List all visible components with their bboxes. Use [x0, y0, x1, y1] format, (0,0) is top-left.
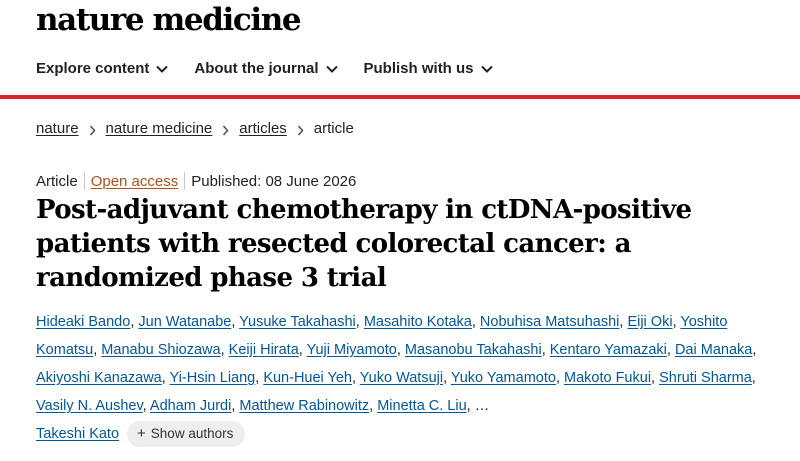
author-link[interactable]: Shruti Sharma: [659, 370, 752, 386]
chevron-right-icon: [297, 123, 304, 136]
author-link[interactable]: Masanobu Takahashi: [405, 342, 542, 358]
breadcrumb-nature[interactable]: nature: [36, 120, 79, 137]
nav-item-label: About the journal: [194, 60, 319, 77]
author-separator: ,: [666, 342, 675, 358]
author-separator: ,: [396, 342, 405, 358]
journal-logo[interactable]: nature medicine: [36, 2, 302, 38]
author-separator: ,: [298, 342, 307, 358]
author-link[interactable]: Matthew Rabinowitz: [239, 398, 369, 414]
author-link[interactable]: Jun Watanabe: [138, 314, 231, 330]
author-ellipsis: …: [474, 398, 490, 414]
author-link[interactable]: Yusuke Takahashi: [239, 314, 356, 330]
author-link[interactable]: Akiyoshi Kanazawa: [36, 370, 162, 386]
breadcrumb-nature-medicine[interactable]: nature medicine: [106, 120, 213, 137]
author-separator: ,: [352, 370, 360, 386]
author-separator: ,: [651, 370, 660, 386]
author-link[interactable]: Masahito Kotaka: [364, 314, 472, 330]
author-link[interactable]: Dai Manaka: [675, 342, 752, 358]
author-link[interactable]: Manabu Shiozawa: [101, 342, 220, 358]
author-link[interactable]: Yi-Hsin Liang: [170, 370, 256, 386]
chevron-down-icon: [480, 65, 493, 73]
author-link[interactable]: Yuji Miyamoto: [307, 342, 397, 358]
chevron-right-icon: [89, 123, 96, 136]
published-date: Published: 08 June 2026: [191, 172, 357, 190]
author-link[interactable]: Eiji Oki: [627, 314, 672, 330]
article-type: Article: [36, 172, 78, 190]
author-link[interactable]: Nobuhisa Matsuhashi: [480, 314, 619, 330]
meta-divider: [184, 172, 186, 190]
author-link[interactable]: Yuko Watsuji: [360, 370, 443, 386]
author-separator: ,: [355, 314, 364, 330]
nav-explore-content[interactable]: Explore content: [36, 60, 169, 77]
show-authors-button[interactable]: + Show authors: [127, 421, 246, 448]
author-link[interactable]: Minetta C. Liu: [377, 398, 466, 414]
article-title: Post-adjuvant chemotherapy in ctDNA-posi…: [36, 195, 692, 293]
author-separator: ,: [541, 342, 550, 358]
author-separator: ,: [471, 314, 480, 330]
author-separator: ,: [369, 398, 378, 414]
nav-publish-with-us[interactable]: Publish with us: [364, 60, 493, 77]
author-separator: ,: [466, 398, 475, 414]
open-access-link[interactable]: Open access: [91, 173, 179, 190]
article-meta: Article Open access Published: 08 June 2…: [36, 172, 356, 190]
breadcrumb-current: article: [313, 120, 354, 137]
author-link[interactable]: Takeshi Kato: [36, 426, 119, 442]
plus-icon: +: [137, 425, 146, 443]
main-nav: Explore content About the journal Publis…: [36, 60, 519, 77]
nav-item-label: Explore content: [36, 60, 150, 77]
author-link[interactable]: Keiji Hirata: [229, 342, 299, 358]
author-separator: ,: [231, 314, 240, 330]
author-separator: ,: [220, 342, 229, 358]
breadcrumb-articles[interactable]: articles: [239, 120, 287, 137]
author-link[interactable]: Adham Jurdi: [150, 398, 231, 414]
chevron-right-icon: [222, 123, 229, 136]
author-link[interactable]: Yuko Yamamoto: [451, 370, 556, 386]
header-divider: [0, 95, 800, 99]
author-separator: ,: [555, 370, 564, 386]
breadcrumb: nature nature medicine articles article: [36, 120, 354, 137]
author-link[interactable]: Makoto Fukui: [564, 370, 651, 386]
chevron-down-icon: [325, 65, 338, 73]
show-authors-label: Show authors: [150, 426, 234, 442]
nav-item-label: Publish with us: [363, 60, 474, 77]
author-separator: ,: [443, 370, 451, 386]
author-separator: ,: [142, 398, 150, 414]
author-separator: ,: [161, 370, 170, 386]
author-link[interactable]: Hideaki Bando: [36, 314, 130, 330]
author-list: Hideaki Bando, Jun Watanabe, Yusuke Taka…: [36, 308, 786, 448]
nav-about-journal[interactable]: About the journal: [194, 60, 338, 77]
author-link[interactable]: Kun-Huei Yeh: [263, 370, 352, 386]
chevron-down-icon: [156, 65, 169, 73]
author-link[interactable]: Vasily N. Aushev: [36, 398, 143, 414]
author-separator: ,: [751, 370, 756, 386]
meta-divider: [83, 172, 85, 190]
author-link[interactable]: Kentaro Yamazaki: [550, 342, 667, 358]
author-separator: ,: [752, 342, 757, 358]
